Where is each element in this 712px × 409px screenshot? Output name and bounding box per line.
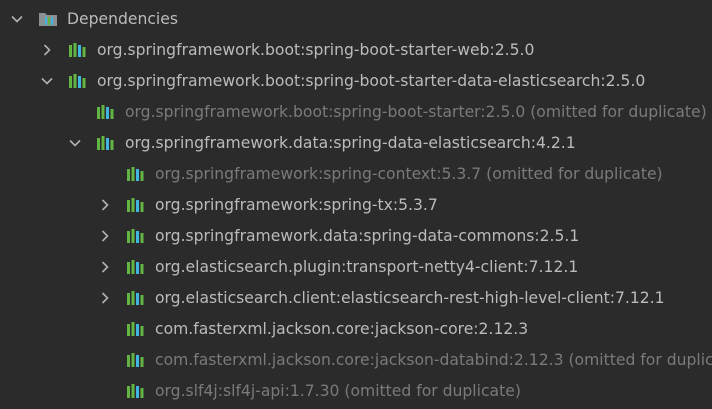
chevron-right-icon[interactable] (98, 229, 112, 243)
library-icon (126, 383, 148, 399)
tree-root-label: Dependencies (67, 9, 178, 28)
library-icon (126, 197, 148, 213)
chevron-down-icon[interactable] (68, 136, 82, 150)
library-icon (126, 290, 148, 306)
tree-node[interactable]: org.springframework.data:spring-data-com… (0, 220, 712, 251)
chevron-right-icon[interactable] (98, 198, 112, 212)
library-icon (126, 166, 148, 182)
tree-node-label: org.springframework:spring-tx:5.3.7 (155, 195, 438, 214)
tree-node-label: com.fasterxml.jackson.core:jackson-datab… (155, 350, 712, 369)
library-icon (96, 104, 118, 120)
chevron-down-icon[interactable] (10, 12, 24, 26)
tree-leaf-omitted[interactable]: org.springframework:spring-context:5.3.7… (0, 158, 712, 189)
chevron-down-icon[interactable] (40, 74, 54, 88)
library-icon (126, 321, 148, 337)
tree-node-label: org.springframework.boot:spring-boot-sta… (125, 102, 707, 121)
library-icon (126, 352, 148, 368)
tree-leaf-omitted[interactable]: com.fasterxml.jackson.core:jackson-datab… (0, 344, 712, 375)
tree-node-label: org.springframework.boot:spring-boot-sta… (97, 71, 646, 90)
library-icon (96, 135, 118, 151)
tree-node-label: org.springframework:spring-context:5.3.7… (155, 164, 663, 183)
tree-node[interactable]: org.springframework.boot:spring-boot-sta… (0, 34, 712, 65)
tree-node[interactable]: org.springframework:spring-tx:5.3.7 (0, 189, 712, 220)
tree-node-label: org.elasticsearch.plugin:transport-netty… (155, 257, 579, 276)
library-icon (126, 259, 148, 275)
chevron-right-icon[interactable] (98, 260, 112, 274)
library-icon (68, 73, 90, 89)
tree-node[interactable]: org.elasticsearch.plugin:transport-netty… (0, 251, 712, 282)
tree-node-label: com.fasterxml.jackson.core:jackson-core:… (155, 319, 529, 338)
tree-node-label: org.springframework.data:spring-data-ela… (125, 133, 576, 152)
tree-node-label: org.elasticsearch.client:elasticsearch-r… (155, 288, 665, 307)
tree-leaf-omitted[interactable]: org.slf4j:slf4j-api:1.7.30 (omitted for … (0, 375, 712, 406)
tree-root-dependencies[interactable]: Dependencies (0, 3, 712, 34)
tree-node[interactable]: org.springframework.boot:spring-boot-sta… (0, 65, 712, 96)
tree-node[interactable]: org.elasticsearch.client:elasticsearch-r… (0, 282, 712, 313)
tree-node-label: org.springframework.boot:spring-boot-sta… (97, 40, 535, 59)
chevron-right-icon[interactable] (40, 43, 54, 57)
tree-leaf-omitted[interactable]: org.springframework.boot:spring-boot-sta… (0, 96, 712, 127)
chevron-right-icon[interactable] (98, 291, 112, 305)
dependency-tree: Dependencies org.springframework.boot:sp… (0, 0, 712, 409)
tree-node[interactable]: org.springframework.data:spring-data-ela… (0, 127, 712, 158)
library-folder-icon (38, 11, 58, 27)
library-icon (68, 42, 90, 58)
tree-node-label: org.slf4j:slf4j-api:1.7.30 (omitted for … (155, 381, 521, 400)
tree-leaf[interactable]: com.fasterxml.jackson.core:jackson-core:… (0, 313, 712, 344)
tree-node-label: org.springframework.data:spring-data-com… (155, 226, 580, 245)
library-icon (126, 228, 148, 244)
